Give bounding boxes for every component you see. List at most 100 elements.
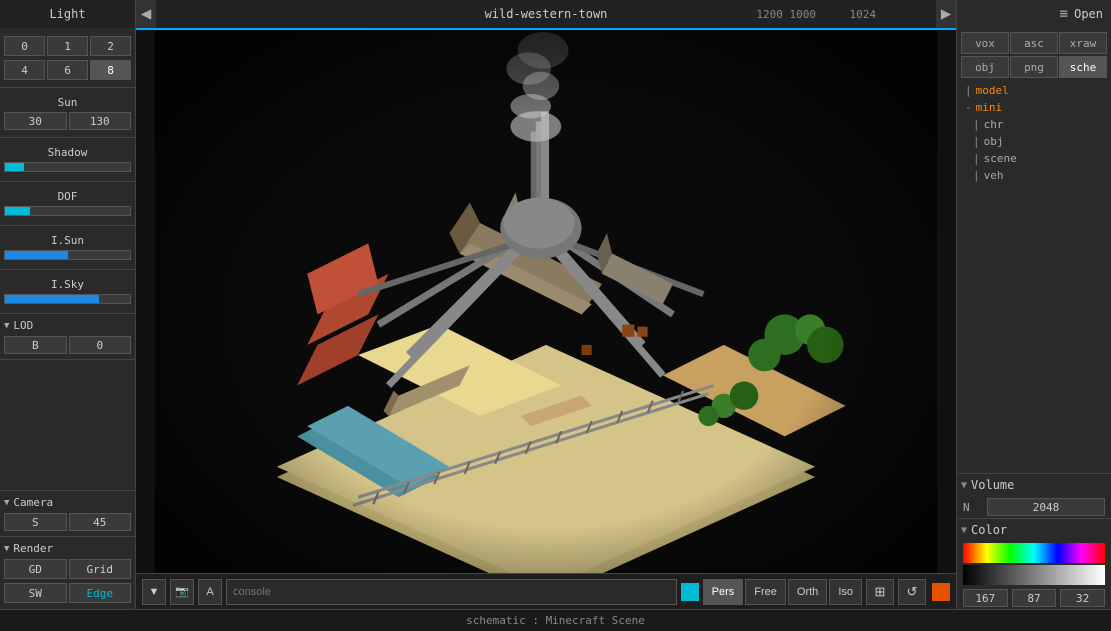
number-section: 0 1 2 4 6 8 <box>0 32 135 84</box>
view-free[interactable]: Free <box>745 579 786 605</box>
vol-n-label: N <box>963 501 983 514</box>
color-g[interactable]: 87 <box>1012 589 1057 607</box>
num-btn-0[interactable]: 0 <box>4 36 45 56</box>
tree-veh[interactable]: | veh <box>961 167 1107 184</box>
tree-label-model: model <box>976 84 1009 97</box>
sun-val-1[interactable]: 30 <box>4 112 67 130</box>
sun-label: Sun <box>4 93 131 110</box>
color-b[interactable]: 32 <box>1060 589 1105 607</box>
tree-chr[interactable]: | chr <box>961 116 1107 133</box>
tab-sche[interactable]: sche <box>1059 56 1107 78</box>
tree-pipe-3: | <box>973 135 980 148</box>
lod-arrow: ▼ <box>4 321 9 331</box>
isun-section: I.Sun <box>0 229 135 266</box>
dof-slider[interactable] <box>4 206 131 218</box>
num-btn-8[interactable]: 8 <box>90 60 131 80</box>
shadow-section: Shadow <box>0 141 135 178</box>
shadow-label: Shadow <box>4 143 131 160</box>
grid-icon-btn[interactable]: ⊞ <box>866 579 894 605</box>
color-r[interactable]: 167 <box>963 589 1008 607</box>
a-btn[interactable]: A <box>198 579 222 605</box>
viewport-num: 1024 <box>850 8 877 21</box>
tree-label-veh: veh <box>984 169 1004 182</box>
isky-label: I.Sky <box>4 275 131 292</box>
isky-slider[interactable] <box>4 294 131 306</box>
view-buttons: Pers Free Orth Iso <box>703 579 862 605</box>
open-label: Open <box>1074 7 1103 21</box>
view-iso[interactable]: Iso <box>829 579 862 605</box>
down-arrow-btn[interactable]: ▼ <box>142 579 166 605</box>
shadow-slider[interactable] <box>4 162 131 174</box>
lod-row: B 0 <box>4 336 131 354</box>
num-btn-1[interactable]: 1 <box>47 36 88 56</box>
lod-collapse[interactable]: ▼ LOD <box>0 317 135 334</box>
num-btn-2[interactable]: 2 <box>90 36 131 56</box>
left-panel: 0 1 2 4 6 8 Sun 30 130 Shadow <box>0 28 136 609</box>
camera-s[interactable]: S <box>4 513 67 531</box>
tree-pipe-2: | <box>973 118 980 131</box>
color-arrow: ▼ <box>961 525 967 536</box>
tree-label-obj: obj <box>984 135 1004 148</box>
render-grid[interactable]: Grid <box>69 559 132 579</box>
file-type-tabs: vox asc xraw <box>957 28 1111 54</box>
tree-pipe-5: | <box>973 169 980 182</box>
camera-val[interactable]: 45 <box>69 513 132 531</box>
tree-label-scene: scene <box>984 152 1017 165</box>
menu-icon: ≡ <box>1060 6 1068 22</box>
tab-asc[interactable]: asc <box>1010 32 1058 54</box>
num-btn-4[interactable]: 4 <box>4 60 45 80</box>
viewport: ▼ 📷 A Pers Free Orth Iso ⊞ ↺ <box>136 28 956 609</box>
tree-pipe-1: | <box>965 84 972 97</box>
tree-mini[interactable]: - mini <box>961 99 1107 116</box>
tree-model[interactable]: | model <box>961 82 1107 99</box>
tab-obj[interactable]: obj <box>961 56 1009 78</box>
lod-b[interactable]: B <box>4 336 67 354</box>
tree-section: | model - mini | chr | obj | scene | veh <box>957 78 1111 188</box>
next-icon: ▶ <box>941 6 951 22</box>
reset-btn[interactable]: ↺ <box>898 579 926 605</box>
render-sw[interactable]: SW <box>4 583 67 603</box>
next-button[interactable]: ▶ <box>936 0 956 28</box>
view-orth[interactable]: Orth <box>788 579 827 605</box>
volume-row: N 2048 <box>957 496 1111 518</box>
volume-header: ▼ Volume <box>957 474 1111 496</box>
render-row-1: GD Grid <box>4 559 131 579</box>
sun-val-2[interactable]: 130 <box>69 112 132 130</box>
dof-label: DOF <box>4 187 131 204</box>
top-bar: Light ◀ wild-western-town 1200 1000 1024… <box>0 0 1111 28</box>
isky-section: I.Sky <box>0 273 135 310</box>
render-gd[interactable]: GD <box>4 559 67 579</box>
isun-slider[interactable] <box>4 250 131 262</box>
tab-vox[interactable]: vox <box>961 32 1009 54</box>
status-bar: schematic : Minecraft Scene <box>0 609 1111 631</box>
tab-png[interactable]: png <box>1010 56 1058 78</box>
render-edge[interactable]: Edge <box>69 583 132 603</box>
camera-arrow: ▼ <box>4 498 9 508</box>
volume-title: Volume <box>971 478 1014 492</box>
num-row-2: 4 6 8 <box>4 60 131 80</box>
vol-n-value[interactable]: 2048 <box>987 498 1105 516</box>
right-panel-header: ≡ Open <box>956 0 1111 28</box>
render-collapse[interactable]: ▼ Render <box>0 540 135 557</box>
volume-section: ▼ Volume N 2048 <box>957 473 1111 518</box>
isun-label: I.Sun <box>4 231 131 248</box>
lod-val[interactable]: 0 <box>69 336 132 354</box>
camera-btn[interactable]: 📷 <box>170 579 194 605</box>
console-input[interactable] <box>226 579 677 605</box>
camera-collapse[interactable]: ▼ Camera <box>0 494 135 511</box>
vol-arrow: ▼ <box>961 480 967 491</box>
tree-obj[interactable]: | obj <box>961 133 1107 150</box>
tree-label-mini: mini <box>976 101 1003 114</box>
tree-scene[interactable]: | scene <box>961 150 1107 167</box>
scene-display <box>136 30 956 609</box>
prev-button[interactable]: ◀ <box>136 0 156 28</box>
color-gray-bar <box>963 565 1105 585</box>
render-label: Render <box>13 542 53 555</box>
tab-xraw[interactable]: xraw <box>1059 32 1107 54</box>
sun-values: 30 130 <box>4 112 131 130</box>
right-panel: vox asc xraw obj png sche | model - mini… <box>956 28 1111 609</box>
num-btn-6[interactable]: 6 <box>47 60 88 80</box>
view-pers[interactable]: Pers <box>703 579 744 605</box>
light-label: Light <box>49 7 85 21</box>
dof-section: DOF <box>0 185 135 222</box>
